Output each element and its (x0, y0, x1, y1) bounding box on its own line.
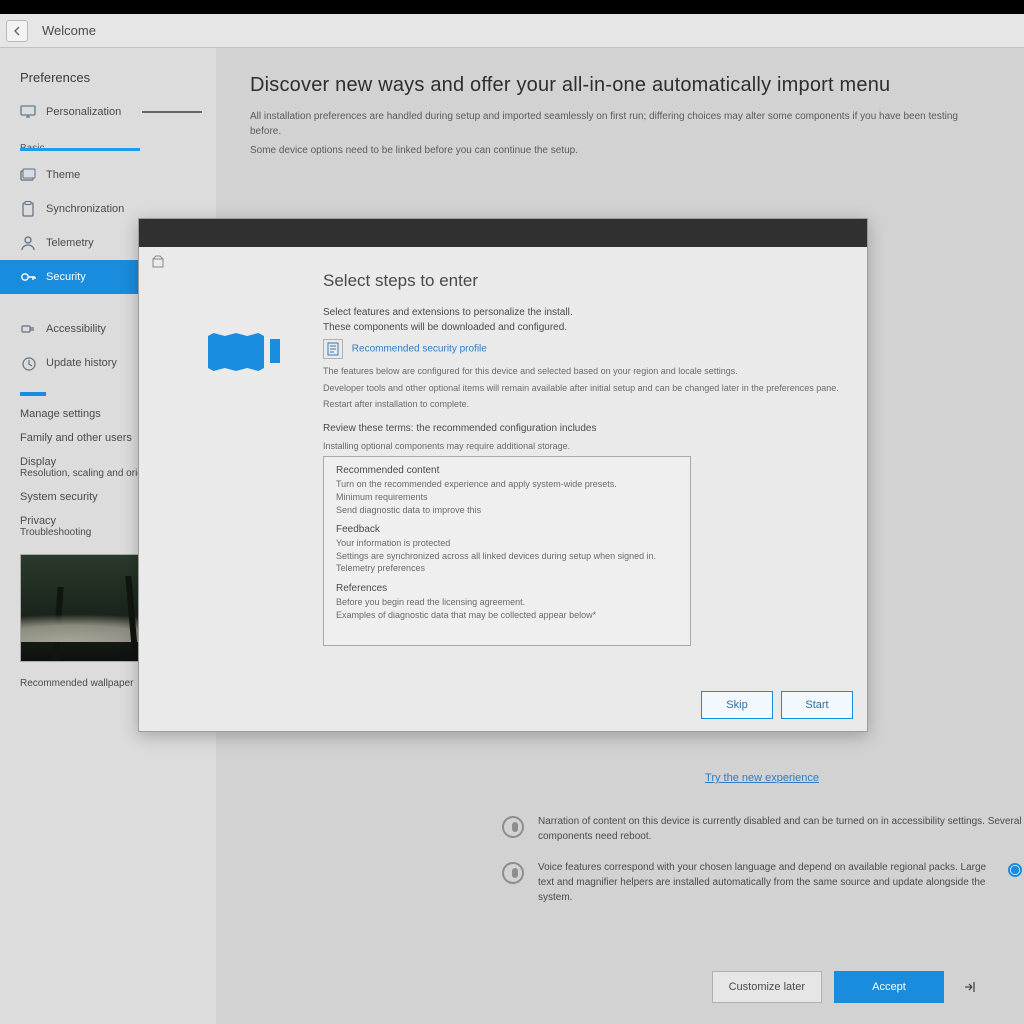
nav-label: Synchronization (46, 203, 124, 215)
accept-button[interactable]: Accept (834, 971, 944, 1003)
dialog-illustration (165, 265, 323, 679)
voice-option-2-text: Voice features correspond with your chos… (538, 860, 994, 905)
list-item: Before you begin read the licensing agre… (336, 596, 678, 609)
intro-paragraph-1: All installation preferences are handled… (250, 109, 990, 139)
list-item: Your information is protected (336, 537, 678, 550)
microphone-icon (502, 816, 524, 838)
list-item: Send diagnostic data to improve this (336, 504, 678, 517)
try-experience-link[interactable]: Try the new experience (705, 772, 819, 784)
monitor-icon (20, 104, 36, 120)
dialog-section-2-sub: Installing optional components may requi… (323, 440, 841, 453)
clipboard-icon (20, 201, 36, 217)
list-group-heading: Feedback (336, 524, 678, 535)
app-header: Welcome (0, 14, 1024, 48)
plug-icon (20, 321, 36, 337)
nav-label: Accessibility (46, 323, 106, 335)
flag-accent-icon (270, 339, 280, 363)
app-title: Welcome (42, 23, 96, 38)
nav-personalization[interactable]: Personalization (0, 95, 216, 129)
dialog-section-2-title: Review these terms: the recommended conf… (323, 423, 841, 434)
key-icon (20, 269, 36, 285)
voice-option-1-text: Narration of content on this device is c… (538, 814, 1022, 844)
nav-label: Update history (46, 357, 117, 369)
list-group-heading: Recommended content (336, 465, 678, 476)
dialog-desc-3: Restart after installation to complete. (323, 398, 841, 411)
list-group-heading: References (336, 583, 678, 594)
list-item: Settings are synchronized across all lin… (336, 550, 678, 563)
accent-bar (20, 392, 46, 396)
voice-option-1: Narration of content on this device is c… (502, 814, 1022, 844)
palette-icon (20, 167, 36, 183)
voice-option-2-radio[interactable] (1008, 863, 1022, 877)
list-item: Examples of diagnostic data that may be … (336, 609, 678, 622)
back-button[interactable] (6, 20, 28, 42)
list-item: Minimum requirements (336, 491, 678, 504)
nav-label: Security (46, 271, 86, 283)
dialog-desc-2: Developer tools and other optional items… (323, 382, 841, 395)
footer-action-bar: Customize later Accept (488, 956, 1024, 1018)
page-headline: Discover new ways and offer your all-in-… (250, 74, 990, 97)
nav-label: Theme (46, 169, 80, 181)
history-icon (20, 355, 36, 371)
user-icon (20, 235, 36, 251)
customize-later-button[interactable]: Customize later (712, 971, 822, 1003)
sidebar-section-title: Preferences (0, 70, 216, 95)
dialog-skip-button[interactable]: Skip (701, 691, 773, 719)
setup-dialog: Select steps to enter Select features an… (138, 218, 868, 732)
intro-paragraph-2: Some device options need to be linked be… (250, 143, 990, 158)
dialog-tab-icon (151, 255, 167, 271)
dialog-heading: Select steps to enter (323, 271, 841, 291)
dialog-intro-1: Select features and extensions to person… (323, 307, 841, 318)
list-item: Turn on the recommended experience and a… (336, 478, 678, 491)
accent-underline (20, 148, 140, 151)
dialog-desc-1: The features below are configured for th… (323, 365, 841, 378)
nav-label: Telemetry (46, 237, 94, 249)
dialog-start-button[interactable]: Start (781, 691, 853, 719)
chevron-left-icon (12, 26, 22, 36)
dialog-titlebar[interactable] (139, 219, 867, 247)
dialog-highlight-row[interactable]: Recommended security profile (323, 339, 841, 359)
window-top-strip (0, 0, 1024, 14)
dialog-intro-2: These components will be downloaded and … (323, 322, 841, 333)
flag-icon (208, 333, 264, 371)
list-item: Telemetry preferences (336, 562, 678, 575)
microphone-icon (502, 862, 524, 884)
nav-label: Personalization (46, 106, 121, 118)
dialog-listbox[interactable]: Recommended content Turn on the recommen… (323, 456, 691, 646)
share-icon[interactable] (956, 973, 984, 1001)
document-icon (323, 339, 343, 359)
voice-option-2: Voice features correspond with your chos… (502, 860, 1022, 905)
nav-theme[interactable]: Theme (0, 158, 216, 192)
